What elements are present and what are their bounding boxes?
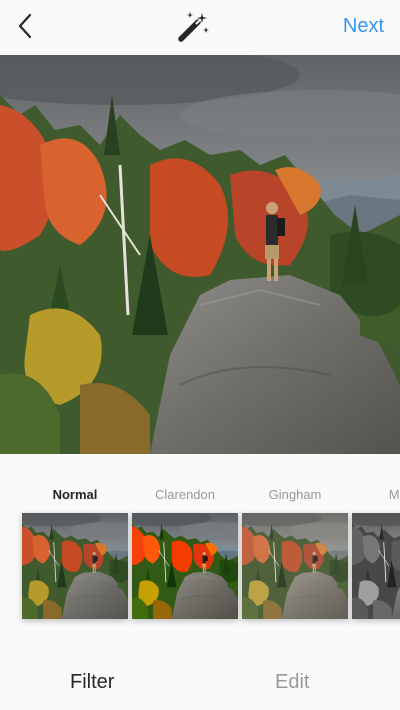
filter-thumbnail[interactable] [22,513,128,619]
filter-normal[interactable]: Normal [22,454,128,629]
photo-preview [0,55,400,454]
filter-thumbnail[interactable] [242,513,348,619]
filter-label: Gingham [268,487,322,502]
chevron-left-icon[interactable] [12,12,40,40]
filter-strip: Normal Clarendon Gingham Moon [0,454,400,629]
filter-gingham[interactable]: Gingham [242,454,348,629]
magic-wand-icon[interactable] [176,10,212,44]
filter-label: Normal [52,487,98,502]
tab-filter[interactable]: Filter [70,671,114,694]
filter-thumbnail[interactable] [132,513,238,619]
top-bar: Next [0,0,400,55]
filter-label: Moon [388,487,400,502]
filter-label: Clarendon [155,487,215,502]
bottom-tabs: Filter Edit [0,629,400,710]
filter-clarendon[interactable]: Clarendon [132,454,238,629]
filter-moon[interactable]: Moon [352,454,400,629]
next-button[interactable]: Next [343,15,384,38]
filter-thumbnail[interactable] [352,513,400,619]
tab-edit[interactable]: Edit [275,671,309,694]
